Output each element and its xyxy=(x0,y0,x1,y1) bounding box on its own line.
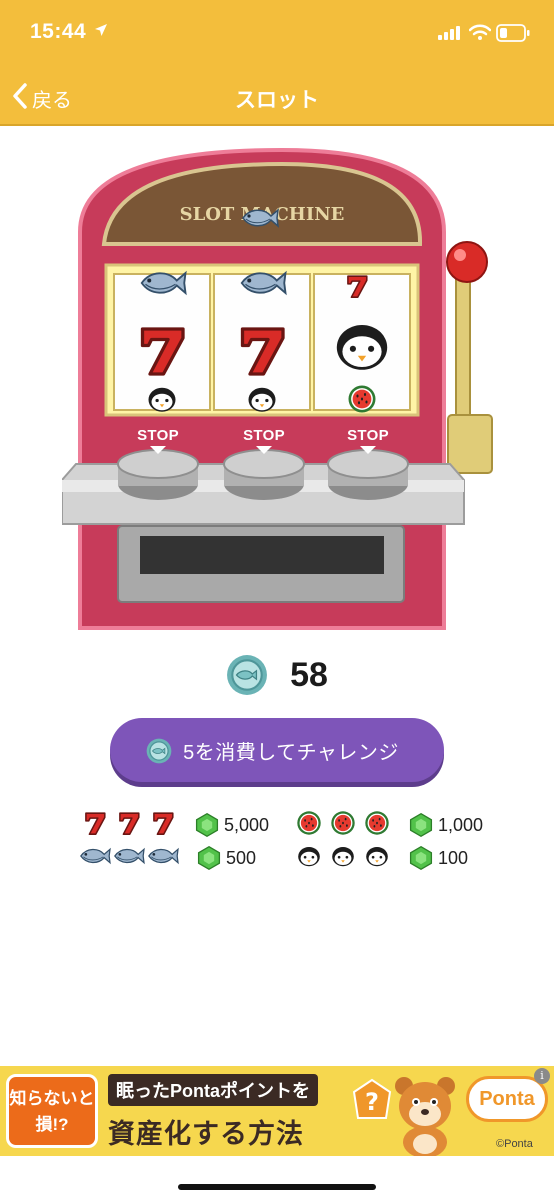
stop-button-3-cap xyxy=(327,449,409,500)
penguin-icons xyxy=(294,841,394,876)
challenge-button-label: 5を消費してチャレンジ xyxy=(183,741,399,764)
gem-icon xyxy=(409,846,433,870)
gem-icon xyxy=(195,813,219,837)
stop-label: STOP xyxy=(137,427,179,444)
reel-symbol-penguin xyxy=(148,387,176,412)
stop-button-1-cap xyxy=(117,449,199,500)
stop-label: STOP xyxy=(347,427,389,444)
fish-icons xyxy=(78,841,182,876)
prize-row-fish: 500 xyxy=(78,843,256,873)
app-header: 15:44 戻る スロット xyxy=(0,0,554,126)
status-bar: 15:44 xyxy=(0,0,554,66)
ad-headline-line1: 眠ったPontaポイントを xyxy=(108,1074,319,1106)
prize-row-penguin: 100 xyxy=(294,843,468,873)
ad-copyright: ©Ponta xyxy=(496,1138,533,1150)
coin-balance: 58 xyxy=(0,652,554,698)
location-arrow-icon xyxy=(94,23,108,42)
stop-button-2-cap xyxy=(223,449,305,500)
prize-amount: 100 xyxy=(438,847,469,868)
coin-count: 58 xyxy=(290,655,328,694)
status-time: 15:44 xyxy=(30,20,87,43)
prize-amount: 500 xyxy=(226,847,257,868)
wifi-icon xyxy=(468,24,492,45)
arrow-down-icon xyxy=(256,446,272,454)
reel-symbol-penguin xyxy=(248,387,276,412)
ad-tag: 知らないと損!? xyxy=(6,1074,98,1148)
info-icon[interactable]: i xyxy=(534,1068,550,1084)
prize-amount: 1,000 xyxy=(438,814,484,835)
prize-row-seven: 5,000 xyxy=(80,810,269,840)
mascot-icon xyxy=(392,1072,458,1156)
stop-label: STOP xyxy=(243,427,285,444)
prize-row-watermelon: 1,000 xyxy=(294,810,483,840)
ad-brand-logo: Ponta xyxy=(466,1076,548,1122)
cellular-signal-icon xyxy=(438,26,462,45)
ad-headline-line2: 資産化する方法 xyxy=(108,1119,304,1149)
slot-machine: SLOT MACHINE STOP STOP STOP xyxy=(61,140,502,640)
challenge-button[interactable]: 5を消費してチャレンジ xyxy=(110,718,444,782)
watermelon-icons xyxy=(294,808,394,843)
home-indicator xyxy=(178,1184,376,1190)
coin-icon xyxy=(146,738,172,764)
reel-symbol-watermelon xyxy=(348,385,376,413)
seven-icons xyxy=(80,808,180,843)
reel-symbol-penguin xyxy=(336,325,388,370)
page-title: スロット xyxy=(235,89,319,112)
arrow-down-icon xyxy=(150,446,166,454)
prize-amount: 5,000 xyxy=(224,814,270,835)
stop-button-1[interactable]: STOP xyxy=(128,427,188,454)
gem-icon xyxy=(409,813,433,837)
arrow-down-icon xyxy=(360,446,376,454)
stop-button-3[interactable]: STOP xyxy=(338,427,398,454)
gem-icon xyxy=(197,846,221,870)
coin-icon xyxy=(226,654,269,696)
slot-machine-body: SLOT MACHINE xyxy=(61,147,493,630)
battery-icon xyxy=(496,24,530,47)
stop-button-2[interactable]: STOP xyxy=(234,427,294,454)
question-mark-icon: ? xyxy=(352,1078,392,1127)
ad-banner[interactable]: 知らないと損!? 眠ったPontaポイントを 資産化する方法 ? Ponta ©… xyxy=(0,1066,554,1156)
ad-headline: 眠ったPontaポイントを 資産化する方法 xyxy=(108,1074,346,1149)
svg-text:?: ? xyxy=(365,1088,379,1116)
